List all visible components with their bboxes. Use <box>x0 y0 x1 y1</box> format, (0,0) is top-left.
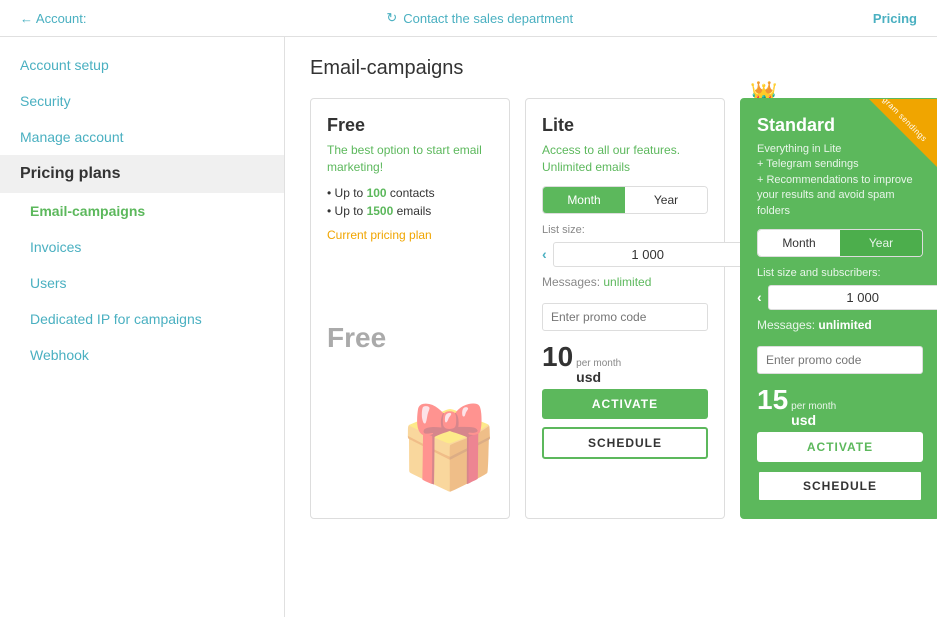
lite-currency: usd <box>576 369 621 385</box>
top-bar: ← Account: Contact the sales department … <box>0 0 937 37</box>
free-plan-card: Free The best option to start email mark… <box>310 98 510 519</box>
lite-plan-card: Lite Access to all our features. Unlimit… <box>525 98 725 519</box>
standard-list-size-control: ‹ › <box>757 285 923 310</box>
sidebar-item-security[interactable]: Security <box>0 83 284 119</box>
standard-currency: usd <box>791 412 836 428</box>
lite-price-line: 10 per month usd <box>542 341 708 385</box>
free-price: Free <box>327 322 493 354</box>
sidebar-item-manage-account[interactable]: Manage account <box>0 119 284 155</box>
sidebar-item-invoices[interactable]: Invoices <box>0 229 284 265</box>
standard-plan-wrapper: 👑 Telegram sendings Standard Everything … <box>740 98 937 519</box>
feature-emails: Up to 1500 emails <box>327 204 493 218</box>
plans-container: Free The best option to start email mark… <box>310 98 912 519</box>
lite-schedule-button[interactable]: SCHEDULE <box>542 427 708 459</box>
lite-messages: Messages: unlimited <box>542 275 708 289</box>
standard-schedule-button[interactable]: SCHEDULE <box>757 470 923 502</box>
lite-activate-button[interactable]: ACTIVATE <box>542 389 708 419</box>
standard-messages: Messages: unlimited <box>757 318 923 332</box>
lite-billing-toggle: Month Year <box>542 186 708 214</box>
standard-price-line: 15 per month usd <box>757 384 923 428</box>
contact-sales[interactable]: Contact the sales department <box>386 10 573 26</box>
lite-plan-name: Lite <box>542 115 708 136</box>
lite-promo-input[interactable] <box>542 303 708 331</box>
sidebar: Account setup Security Manage account Pr… <box>0 37 285 617</box>
free-plan-name: Free <box>327 115 493 136</box>
standard-per-month: per month <box>791 402 836 412</box>
lite-toggle-year[interactable]: Year <box>625 187 707 213</box>
lite-plan-desc: Access to all our features. Unlimited em… <box>542 142 708 176</box>
gift-watermark: 🎁 <box>399 408 499 488</box>
sidebar-item-users[interactable]: Users <box>0 265 284 301</box>
sidebar-item-dedicated-ip[interactable]: Dedicated IP for campaigns <box>0 301 284 337</box>
lite-list-size-label: List size: <box>542 224 708 236</box>
standard-list-size-input[interactable] <box>768 285 937 310</box>
standard-activate-button[interactable]: ACTIVATE <box>757 432 923 462</box>
lite-list-size-prev[interactable]: ‹ <box>542 246 547 262</box>
layout: Account setup Security Manage account Pr… <box>0 37 937 617</box>
standard-list-size-prev[interactable]: ‹ <box>757 289 762 305</box>
standard-toggle-year[interactable]: Year <box>840 230 922 256</box>
current-plan-label: Current pricing plan <box>327 228 493 242</box>
standard-price-big: 15 <box>757 384 788 416</box>
free-plan-features: Up to 100 contacts Up to 1500 emails <box>327 186 493 218</box>
sidebar-item-pricing-plans[interactable]: Pricing plans <box>0 155 284 193</box>
lite-price-big: 10 <box>542 341 573 373</box>
page-title: Email-campaigns <box>310 57 912 80</box>
pricing-link[interactable]: Pricing <box>873 11 917 26</box>
standard-plan-card: Telegram sendings Standard Everything in… <box>740 98 937 519</box>
sidebar-item-webhook[interactable]: Webhook <box>0 337 284 373</box>
lite-list-size-control: ‹ › <box>542 242 708 267</box>
main-content: Email-campaigns Free The best option to … <box>285 37 937 617</box>
standard-list-size-label: List size and subscribers: <box>757 267 923 279</box>
sync-icon <box>386 10 397 26</box>
sidebar-item-email-campaigns[interactable]: Email-campaigns <box>0 193 284 229</box>
back-link[interactable]: ← Account: <box>20 11 86 26</box>
standard-promo-input[interactable] <box>757 346 923 374</box>
lite-toggle-month[interactable]: Month <box>543 187 625 213</box>
free-plan-desc: The best option to start email marketing… <box>327 142 493 176</box>
standard-toggle-month[interactable]: Month <box>758 230 840 256</box>
sidebar-item-account-setup[interactable]: Account setup <box>0 47 284 83</box>
feature-contacts: Up to 100 contacts <box>327 186 493 200</box>
lite-per-month: per month <box>576 359 621 369</box>
standard-billing-toggle: Month Year <box>757 229 923 257</box>
lite-list-size-input[interactable] <box>553 242 743 267</box>
